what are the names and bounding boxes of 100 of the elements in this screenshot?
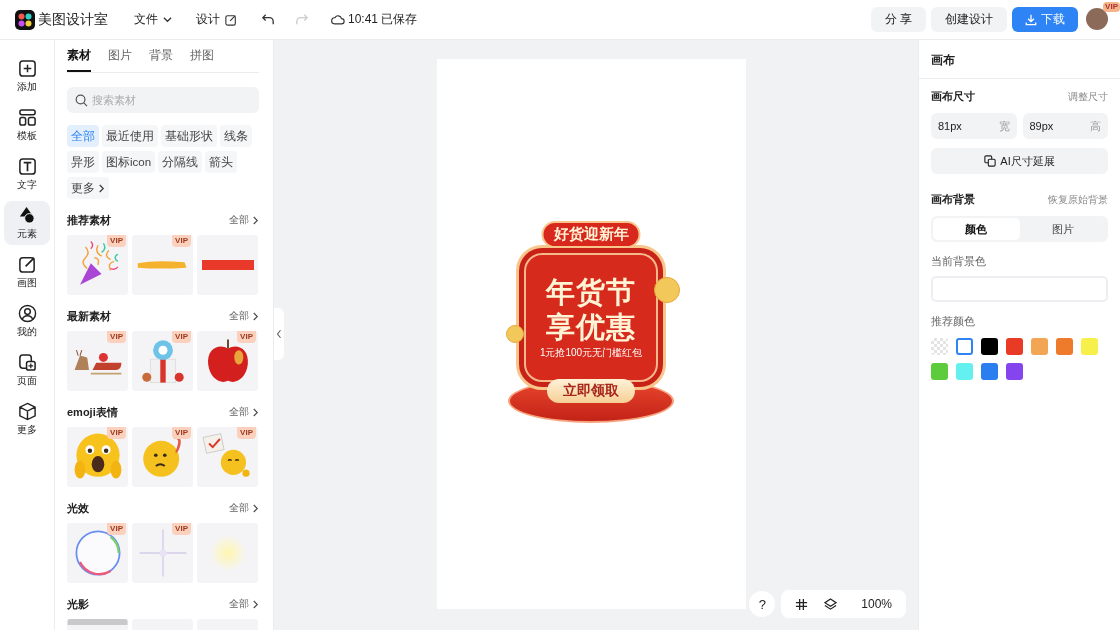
design-menu[interactable]: 设计	[196, 11, 237, 28]
chevron-right-icon	[252, 311, 259, 321]
chevron-right-icon	[252, 599, 259, 609]
element-thumbnail[interactable]: VIP	[132, 331, 193, 391]
view-all-link[interactable]: 全部	[229, 597, 259, 611]
vip-badge: VIP	[172, 331, 191, 343]
panel-tab[interactable]: 拼图	[190, 47, 214, 72]
category-chip[interactable]: 箭头	[205, 151, 238, 173]
color-swatch[interactable]	[981, 338, 998, 355]
element-thumbnail[interactable]: VIP	[67, 523, 128, 583]
action-button[interactable]: 创建设计	[931, 7, 1007, 32]
category-chip[interactable]: 最近使用	[102, 125, 158, 147]
resize-icon	[984, 155, 997, 167]
app-logo-icon	[15, 9, 35, 30]
category-chip[interactable]: 线条	[220, 125, 252, 147]
section-label: 画布尺寸	[931, 89, 975, 104]
element-thumbnail[interactable]: VIP	[67, 235, 128, 295]
resize-link[interactable]: 调整尺寸	[1068, 89, 1108, 104]
section-title: 光影	[67, 596, 89, 612]
chevron-right-icon	[252, 407, 259, 417]
color-swatch[interactable]	[1031, 338, 1048, 355]
panel-tab[interactable]: 背景	[149, 47, 173, 72]
sidebar-item[interactable]: 模板	[4, 103, 50, 147]
element-thumbnail[interactable]	[197, 523, 258, 583]
view-all-link[interactable]: 全部	[229, 309, 259, 323]
section-title: 光效	[67, 500, 89, 516]
category-chip[interactable]: 分隔线	[158, 151, 203, 173]
element-thumbnail[interactable]	[197, 235, 258, 295]
element-thumbnail[interactable]: VIP	[132, 427, 193, 487]
element-thumbnail[interactable]: VIP	[67, 331, 128, 391]
sidebar-item[interactable]: 添加	[4, 54, 50, 98]
panel-tab[interactable]: 素材	[67, 47, 91, 72]
action-button[interactable]: 分 享	[870, 7, 926, 32]
panel-tab[interactable]: 图片	[108, 47, 132, 72]
coin-icon	[506, 325, 524, 343]
promo-ribbon: 好货迎新年	[541, 221, 641, 248]
vip-badge: VIP	[237, 427, 256, 439]
vip-badge: VIP	[107, 331, 126, 343]
vip-badge: VIP	[237, 331, 256, 343]
vip-badge: VIP	[172, 427, 191, 439]
view-all-link[interactable]: 全部	[229, 405, 259, 419]
shadow-drawing	[67, 619, 128, 625]
grid-icon	[795, 597, 809, 611]
color-swatch[interactable]	[931, 363, 948, 380]
sidebar-item[interactable]: 更多	[4, 397, 50, 441]
save-status: 10:41 已保存	[348, 11, 418, 28]
field-label: 当前背景色	[931, 254, 987, 269]
width-field[interactable]: 81px 宽	[931, 113, 1017, 139]
user-icon	[17, 303, 37, 323]
collapse-panel-button[interactable]	[274, 308, 284, 360]
text-icon	[17, 156, 37, 176]
section-title: 最新素材	[67, 308, 111, 324]
undo-button[interactable]	[261, 12, 276, 27]
segment-tab[interactable]: 图片	[1019, 218, 1106, 240]
sidebar-item[interactable]: 画图	[4, 250, 50, 294]
color-swatch[interactable]	[956, 338, 973, 355]
more-chip[interactable]: 更多	[67, 177, 109, 199]
sidebar-item[interactable]: 我的	[4, 299, 50, 343]
vip-badge: VIP	[1103, 1, 1120, 12]
segment-tab[interactable]: 颜色	[933, 218, 1020, 240]
bar-drawing	[201, 260, 254, 270]
category-chip[interactable]: 异形	[67, 151, 99, 173]
sidebar-item[interactable]: 文字	[4, 152, 50, 196]
element-thumbnail[interactable]: VIP	[67, 427, 128, 487]
chevron-right-icon	[98, 183, 105, 193]
category-chip[interactable]: 图标icon	[102, 151, 156, 173]
element-thumbnail[interactable]: VIP	[197, 427, 258, 487]
vip-badge: VIP	[172, 523, 191, 535]
search-field[interactable]: 搜索素材	[67, 87, 259, 113]
height-field[interactable]: 89px 高	[1022, 113, 1108, 139]
element-thumbnail[interactable]: VIP	[197, 331, 258, 391]
category-chip[interactable]: 基础形状	[161, 125, 217, 147]
transparent-swatch[interactable]	[931, 338, 948, 355]
element-thumbnail[interactable]: VIP	[132, 523, 193, 583]
element-thumbnail[interactable]: VIP	[132, 235, 193, 295]
promo-headline: 年货节	[546, 275, 636, 310]
color-swatch[interactable]	[1081, 338, 1098, 355]
color-swatch[interactable]	[981, 363, 998, 380]
page-plus-icon	[17, 352, 37, 372]
color-swatch[interactable]	[1056, 338, 1073, 355]
add-icon	[17, 58, 37, 78]
cube-icon	[17, 401, 37, 421]
ai-resize-button[interactable]: AI尺寸延展	[931, 148, 1108, 174]
avatar[interactable]	[1086, 7, 1108, 30]
vip-badge: VIP	[107, 235, 126, 247]
chevron-right-icon	[252, 503, 259, 513]
sidebar-item[interactable]: 页面	[4, 348, 50, 392]
layout-icon	[17, 107, 37, 127]
sidebar-item[interactable]: 元素	[4, 201, 50, 245]
reset-background-link[interactable]: 恢复原始背景	[1048, 192, 1108, 207]
panel-title: 画布	[919, 40, 1120, 79]
layers-icon	[824, 597, 838, 611]
download-button[interactable]: 下载	[1012, 7, 1078, 32]
color-swatch[interactable]	[956, 363, 973, 380]
view-all-link[interactable]: 全部	[229, 501, 259, 515]
color-swatch[interactable]	[1006, 363, 1023, 380]
color-swatch[interactable]	[1006, 338, 1023, 355]
file-menu[interactable]: 文件	[134, 11, 172, 28]
view-all-link[interactable]: 全部	[229, 213, 259, 227]
help-button[interactable]: ?	[749, 591, 776, 617]
